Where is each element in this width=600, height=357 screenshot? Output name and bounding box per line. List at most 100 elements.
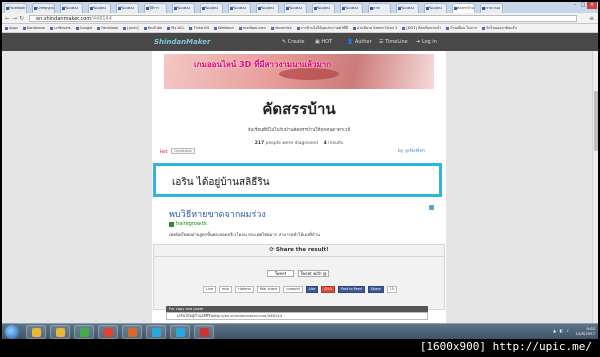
tab-label: คัดสรรบ้าน bbox=[457, 6, 475, 10]
share-button[interactable]: Like bbox=[305, 286, 319, 293]
share-button[interactable]: Share bbox=[367, 286, 384, 293]
bookmark-item[interactable]: Webtoon bbox=[213, 26, 234, 30]
tweet-with-at-button[interactable]: Tweet with @ bbox=[298, 270, 329, 277]
share-button[interactable]: Mixi check bbox=[256, 286, 281, 293]
page-scrollbar[interactable] bbox=[592, 51, 598, 323]
share-button[interactable]: 15 bbox=[386, 286, 397, 293]
bookmark-item[interactable]: mailbox.com bbox=[238, 26, 266, 30]
browser-tab[interactable]: ร้องเพลง bbox=[172, 3, 195, 13]
tab-label: ภาพ bbox=[373, 6, 380, 10]
nav-timeline[interactable]: ☰ TimeLine bbox=[379, 39, 408, 45]
browser-tab[interactable]: ร้องเพลง bbox=[116, 3, 139, 13]
browser-tab[interactable]: ร้องเพลง bbox=[312, 3, 335, 13]
tab-favicon-icon bbox=[398, 7, 401, 10]
reload-icon[interactable]: ↻ bbox=[19, 15, 24, 22]
bookmark-item[interactable]: Tinka Kit bbox=[189, 26, 209, 30]
tray-icons[interactable]: ▲ ◧ ♪ bbox=[553, 328, 570, 333]
start-button[interactable] bbox=[5, 325, 19, 339]
bookmark-item[interactable]: vkcomics bbox=[270, 26, 292, 30]
bookmark-item[interactable]: Google bbox=[75, 26, 92, 30]
tab-label: ร้องเพลง bbox=[205, 6, 219, 10]
bookmark-icon bbox=[22, 26, 26, 30]
tab-label: ร้องเพลง bbox=[233, 6, 247, 10]
browser-tab[interactable]: ร้องเพลง bbox=[396, 3, 419, 13]
taskbar-app-button[interactable] bbox=[74, 325, 94, 339]
scrollbar-thumb[interactable] bbox=[594, 91, 598, 151]
bookmark-item[interactable]: YouTube bbox=[143, 26, 162, 30]
share-button[interactable]: G+1 bbox=[321, 286, 336, 293]
browser-tab[interactable]: ภาพ bbox=[368, 3, 391, 13]
tab-favicon-icon bbox=[342, 7, 345, 10]
nav-create[interactable]: ✎ Create bbox=[282, 39, 304, 45]
browser-tab[interactable]: ร้องเพลง bbox=[256, 3, 279, 13]
taskbar-app-button[interactable] bbox=[194, 325, 214, 339]
tab-favicon-icon bbox=[146, 7, 149, 10]
browser-tab[interactable]: ร้องเพลง bbox=[228, 3, 251, 13]
bookmark-item[interactable]: วันไหนอยากต้อนรับ bbox=[482, 25, 517, 31]
nav-author[interactable]: 👤 Author bbox=[347, 39, 372, 45]
site-logo[interactable]: ShindanMaker bbox=[154, 38, 210, 46]
copy-text-field[interactable]: เอรินได้อยู่บ้านสลิธีรินhttp://en.shinda… bbox=[166, 312, 428, 320]
bookmark-item[interactable]: LnNovels bbox=[50, 26, 71, 30]
close-window-button[interactable]: × bbox=[587, 2, 597, 9]
back-arrow-icon[interactable]: ← bbox=[5, 15, 10, 22]
maximize-button[interactable]: □ bbox=[579, 2, 587, 9]
nav-hot[interactable]: ▣ HOT bbox=[315, 39, 332, 45]
bookmark-item[interactable]: [DOT] ต้อนรับพวกเจ้า bbox=[402, 25, 441, 31]
tab-favicon-icon bbox=[482, 7, 485, 10]
author-link[interactable]: @NeMeh bbox=[405, 149, 425, 154]
tab-label: เรามาลอง bbox=[485, 6, 501, 10]
taskbar-app-button[interactable] bbox=[170, 325, 190, 339]
share-button[interactable]: Post to Feed bbox=[338, 286, 365, 293]
bookmark-item[interactable]: My ACL bbox=[167, 26, 184, 30]
tab-favicon-icon bbox=[370, 7, 373, 10]
forward-arrow-icon[interactable]: → bbox=[12, 15, 17, 22]
tab-label: ร้องเพลง bbox=[401, 6, 415, 10]
bookmark-item[interactable]: การบ้านไม่ได้จุดประกายค่าที่ดี bbox=[296, 25, 348, 31]
taskbar-app-button[interactable] bbox=[98, 325, 118, 339]
bookmark-item[interactable]: Apps bbox=[5, 26, 18, 30]
share-button[interactable]: mixi bbox=[219, 286, 233, 293]
share-button[interactable]: Line bbox=[203, 286, 217, 293]
taskbar-app-button[interactable] bbox=[122, 325, 142, 339]
tweet-button[interactable]: Tweet bbox=[267, 270, 294, 277]
taskbar-app-button[interactable] bbox=[26, 325, 46, 339]
tab-label: ร้องเพลง bbox=[121, 6, 135, 10]
tag-questions[interactable]: Questions bbox=[171, 148, 195, 154]
bookmark-icon bbox=[123, 26, 127, 30]
windows-taskbar: ▲ ◧ ♪ 0:02 10/5/2557 bbox=[2, 323, 598, 339]
hot-label: Hot: bbox=[160, 148, 169, 154]
minimize-button[interactable]: – bbox=[571, 2, 579, 9]
system-clock[interactable]: 0:02 10/5/2557 bbox=[576, 326, 595, 336]
bookmark-item[interactable]: Facebook bbox=[97, 26, 118, 30]
browser-tab[interactable]: ร้องเพลง bbox=[60, 3, 83, 13]
bookmark-item[interactable]: [pixiv] bbox=[123, 26, 139, 30]
browser-tab[interactable]: คัดสรรบ้าน bbox=[452, 3, 475, 13]
share-button[interactable]: Hatena bbox=[235, 286, 254, 293]
taskbar-app-button[interactable] bbox=[146, 325, 166, 339]
bookmark-item[interactable]: Karaboom bbox=[22, 26, 45, 30]
tab-label: Facebook bbox=[9, 6, 26, 10]
browser-tab[interactable]: ร้องเพลง bbox=[88, 3, 111, 13]
address-bar[interactable]: en.shindanmaker.com/448144 bbox=[29, 15, 577, 22]
browser-tab[interactable]: วิธีการ bbox=[144, 3, 167, 13]
browser-tab[interactable]: ร้องเพลง bbox=[340, 3, 363, 13]
adchoices-icon[interactable] bbox=[429, 205, 434, 210]
ad-title[interactable]: พบวิธีหายขาดจากผมร่วง bbox=[169, 207, 266, 221]
browser-tab[interactable]: Facebook bbox=[4, 3, 27, 13]
bookmark-item[interactable]: อ่านนิยาย Kamo Chan 2 bbox=[352, 25, 397, 31]
nav-login[interactable]: ➜ Log in bbox=[416, 39, 437, 45]
tab-label: ร้องเพลง bbox=[177, 6, 191, 10]
browser-tab[interactable]: ร้องเพลง bbox=[284, 3, 307, 13]
browser-tab[interactable]: ร้องเพลง bbox=[200, 3, 223, 13]
tab-label: Creepypas bbox=[37, 6, 55, 10]
browser-tab[interactable]: ร้องเพลง bbox=[424, 3, 447, 13]
browser-tab[interactable]: เรามาลอง bbox=[480, 3, 503, 13]
banner-ad[interactable]: เกมออนไลน์ 3D ที่มีสาวงามมาแล้วมาก bbox=[164, 54, 434, 89]
taskbar-app-button[interactable] bbox=[50, 325, 70, 339]
ad-site[interactable]: hairegrow.tk bbox=[169, 221, 207, 227]
bookmark-item[interactable]: บ้านเพื่อน ไม่มาก bbox=[446, 25, 477, 31]
menu-icon[interactable]: ≡ bbox=[589, 15, 594, 22]
browser-tab[interactable]: Creepypas bbox=[32, 3, 55, 13]
share-button[interactable]: cyworld bbox=[283, 286, 303, 293]
